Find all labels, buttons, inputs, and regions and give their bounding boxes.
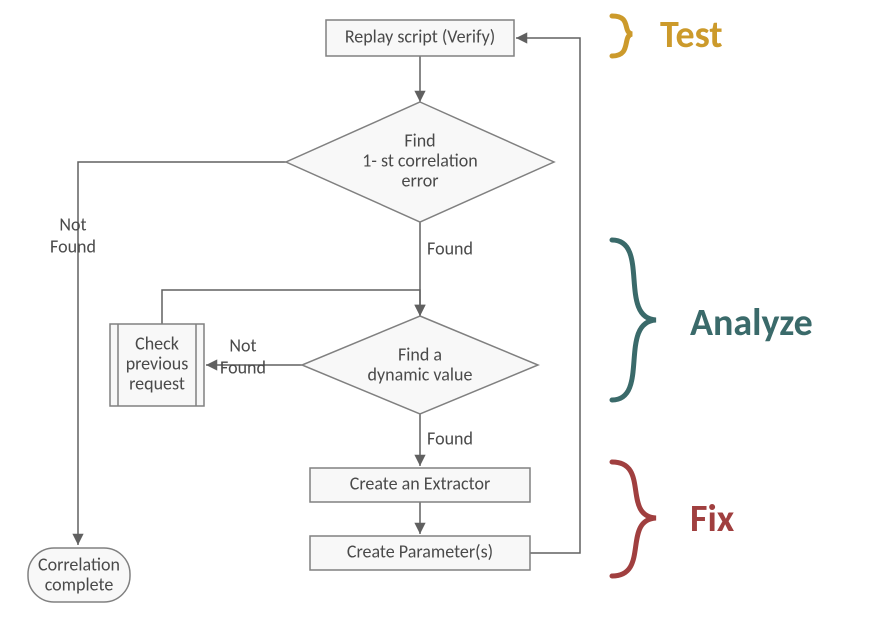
edge-label-notfound-dyn-2: Found — [220, 356, 266, 378]
phase-brace-test: Test — [612, 12, 723, 58]
label-params: Create Parameter(s) — [347, 540, 493, 562]
node-find-correlation-error: Find 1- st correlation error — [286, 102, 554, 222]
phase-brace-fix: Fix — [612, 462, 735, 576]
edge-label-notfound-dyn-1: Not — [229, 334, 256, 356]
node-replay-script: Replay script (Verify) — [326, 20, 514, 56]
node-create-extractor: Create an Extractor — [310, 468, 530, 502]
edge-checkprev-loop — [162, 290, 420, 324]
edge-label-found-2: Found — [427, 427, 473, 449]
phase-brace-analyze: Analyze — [612, 240, 813, 400]
label-checkprev-2: previous — [126, 352, 189, 374]
flowchart-canvas: Found Not Found Found Not Found Replay s… — [0, 0, 895, 629]
node-check-previous-request: Check previous request — [110, 324, 204, 406]
label-checkprev-3: request — [129, 372, 185, 394]
label-finderr-2: 1- st correlation — [362, 149, 477, 171]
node-find-dynamic-value: Find a dynamic value — [302, 316, 538, 414]
label-replay: Replay script (Verify) — [345, 25, 495, 47]
phase-label-test: Test — [660, 12, 723, 58]
node-correlation-complete: Correlation complete — [28, 548, 130, 602]
label-finderr-3: error — [402, 169, 439, 191]
label-finddyn-2: dynamic value — [368, 363, 473, 385]
edge-label-notfound-err-2: Found — [50, 235, 96, 257]
label-complete-2: complete — [45, 573, 114, 595]
label-finderr-1: Find — [404, 129, 435, 151]
label-extractor: Create an Extractor — [350, 472, 490, 494]
edge-label-found-1: Found — [427, 237, 473, 259]
label-checkprev-1: Check — [135, 332, 179, 354]
label-complete-1: Correlation — [38, 553, 120, 575]
edge-label-notfound-err-1: Not — [59, 213, 86, 235]
phase-label-analyze: Analyze — [690, 300, 813, 346]
node-create-parameters: Create Parameter(s) — [310, 536, 530, 570]
phase-label-fix: Fix — [690, 496, 735, 542]
label-finddyn-1: Find a — [398, 343, 442, 365]
